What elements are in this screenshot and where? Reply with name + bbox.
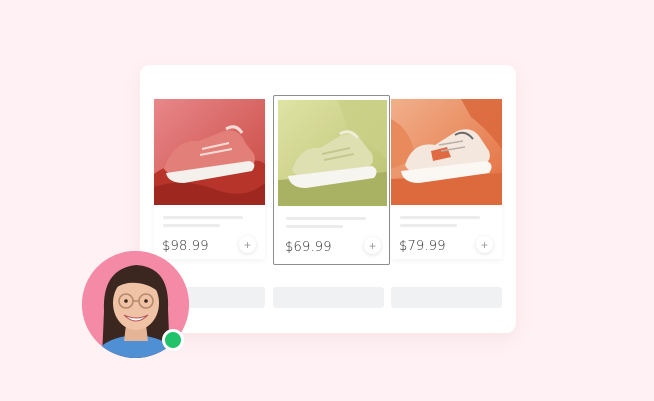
product-card-1[interactable]: $98.99 +: [154, 99, 265, 259]
product-price: $69.99: [285, 240, 332, 255]
product-grid-panel: $98.99 + $69.99 + $79.99 +: [140, 65, 516, 333]
plus-icon: +: [243, 237, 251, 252]
add-to-cart-button[interactable]: +: [364, 237, 381, 254]
product-title-placeholder: [286, 217, 366, 220]
product-title-placeholder: [400, 216, 480, 219]
online-status-indicator: [162, 329, 184, 351]
product-subtitle-placeholder: [400, 224, 457, 227]
product-title-placeholder: [163, 216, 243, 219]
plus-icon: +: [480, 237, 488, 252]
product-image-pink-sneaker[interactable]: [154, 99, 265, 205]
product-price: $79.99: [399, 239, 446, 254]
product-price: $98.99: [162, 239, 209, 254]
product-card-3[interactable]: $79.99 +: [391, 99, 502, 259]
loading-placeholder-bar: [391, 287, 502, 308]
product-subtitle-placeholder: [286, 225, 343, 228]
product-image-green-sneaker[interactable]: [278, 100, 387, 206]
product-card-2[interactable]: $69.99 +: [273, 95, 390, 265]
add-to-cart-button[interactable]: +: [239, 236, 256, 253]
loading-placeholder-bar: [273, 287, 384, 308]
plus-icon: +: [368, 238, 376, 253]
shop-stage: $98.99 + $69.99 + $79.99 +: [0, 0, 654, 401]
add-to-cart-button[interactable]: +: [476, 236, 493, 253]
product-image-orange-sneaker[interactable]: [391, 99, 502, 205]
product-subtitle-placeholder: [163, 224, 220, 227]
